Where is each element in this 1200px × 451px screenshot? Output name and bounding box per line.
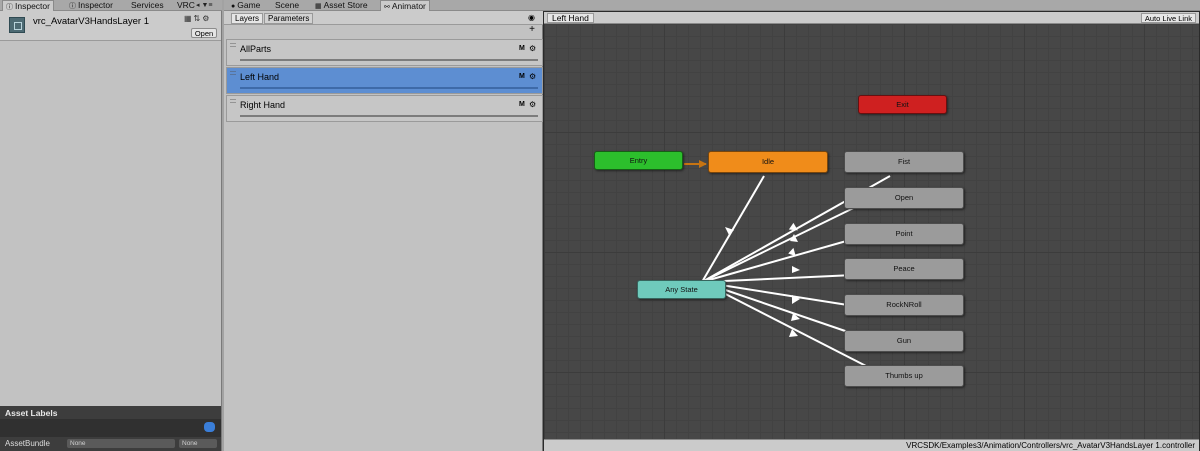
mask-indicator: M <box>519 101 525 108</box>
state-idle[interactable]: Idle <box>708 151 828 173</box>
variant-dropdown[interactable]: None <box>179 439 217 448</box>
gear-icon[interactable]: ⚙ <box>529 44 536 53</box>
layer-name: Left Hand <box>240 72 280 82</box>
label-tag-icon[interactable] <box>204 422 215 432</box>
labels-area <box>0 419 221 437</box>
assetbundle-dropdown[interactable]: None <box>67 439 175 448</box>
scene-tab-strip: ● Game Scene ▦ Asset Store ⚯ Animator <box>224 0 1200 11</box>
gear-icon[interactable]: ⚙ <box>529 72 536 81</box>
header-tools-icon[interactable]: ▦⇅⚙ <box>184 14 211 23</box>
drag-handle-icon[interactable]: — — <box>230 69 236 78</box>
tab-label: Services <box>131 0 164 10</box>
tab-label: Asset Store <box>323 0 368 10</box>
entry-arrow-head <box>699 160 707 168</box>
weight-bar[interactable] <box>240 87 538 89</box>
tab-label: Game <box>237 0 261 10</box>
layer-row[interactable]: — — Left Hand M ⚙ <box>226 67 543 94</box>
arrow-head-peace <box>792 266 800 273</box>
tab-asset-store[interactable]: ▦ Asset Store <box>312 0 371 11</box>
asset-labels-panel: Asset Labels AssetBundle None None <box>0 406 221 451</box>
state-point[interactable]: Point <box>844 223 964 245</box>
tab-game[interactable]: ● Game <box>228 0 263 11</box>
eye-icon[interactable]: ◉ <box>528 13 535 22</box>
assetbundle-label: AssetBundle <box>5 439 50 448</box>
tab-label: Inspector <box>15 1 50 11</box>
controller-path: VRCSDK/Examples3/Animation/Controllers/v… <box>906 441 1195 450</box>
tab-parameters[interactable]: Parameters <box>264 13 314 24</box>
animator-controller-icon <box>9 17 25 33</box>
layers-subtabs: Layers Parameters ◉ <box>224 11 543 25</box>
info-icon: ⓘ <box>69 3 76 10</box>
inspector-panel: vrc_AvatarV3HandsLayer 1 ▦⇅⚙ Open Asset … <box>0 11 222 451</box>
tab-label: Inspector <box>78 0 113 10</box>
mask-indicator: M <box>519 73 525 80</box>
tab-vrc[interactable]: VRC <box>174 0 198 11</box>
drag-handle-icon[interactable]: — — <box>230 41 236 50</box>
open-button[interactable]: Open <box>191 28 217 38</box>
mask-indicator: M <box>519 45 525 52</box>
gear-icon[interactable]: ⚙ <box>529 100 536 109</box>
state-any[interactable]: Any State <box>637 280 726 299</box>
layer-name: AllParts <box>240 44 272 54</box>
asset-title: vrc_AvatarV3HandsLayer 1 <box>33 16 149 27</box>
info-icon: ⓘ <box>6 4 13 11</box>
state-fist[interactable]: Fist <box>844 151 964 173</box>
state-peace[interactable]: Peace <box>844 258 964 280</box>
state-rocknroll[interactable]: RockNRoll <box>844 294 964 316</box>
tab-inspector-2[interactable]: ⓘ Inspector <box>66 0 116 11</box>
tab-label: VRC <box>177 0 195 10</box>
tab-layers[interactable]: Layers <box>231 13 264 24</box>
tab-animator[interactable]: ⚯ Animator <box>380 0 430 11</box>
tab-services[interactable]: Services <box>128 0 167 11</box>
arrow-head-fist <box>788 222 798 231</box>
inspector-tab-strip: ⓘ Inspector ⓘ Inspector Services VRC ◂ ▼≡ <box>0 0 222 11</box>
layers-panel: Layers Parameters ◉ + — — AllParts M ⚙ — —… <box>224 11 543 451</box>
add-layer-button[interactable]: + <box>529 25 535 35</box>
state-entry[interactable]: Entry <box>594 151 683 170</box>
status-bar: VRCSDK/Examples3/Animation/Controllers/v… <box>544 439 1199 451</box>
state-exit[interactable]: Exit <box>858 95 947 114</box>
drag-handle-icon[interactable]: — — <box>230 97 236 106</box>
weight-bar[interactable] <box>240 115 538 117</box>
weight-bar[interactable] <box>240 59 538 61</box>
layer-row[interactable]: — — Right Hand M ⚙ <box>226 95 543 122</box>
store-icon: ▦ <box>315 3 322 10</box>
tab-inspector-active[interactable]: ⓘ Inspector <box>2 0 54 11</box>
game-icon: ● <box>231 3 236 10</box>
window-menu-icon[interactable]: ◂ ▼≡ <box>196 0 212 11</box>
state-thumbsup[interactable]: Thumbs up <box>844 365 964 387</box>
animator-graph[interactable]: Left Hand Auto Live Link Exit Entry Idle… <box>543 11 1200 451</box>
tab-label: Scene <box>275 0 300 10</box>
tab-scene[interactable]: Scene <box>272 0 302 11</box>
animator-icon: ⚯ <box>384 4 390 11</box>
tab-label: Animator <box>391 1 426 11</box>
layer-row[interactable]: — — AllParts M ⚙ <box>226 39 543 66</box>
state-gun[interactable]: Gun <box>844 330 964 352</box>
layer-name: Right Hand <box>240 100 286 110</box>
inspector-header: vrc_AvatarV3HandsLayer 1 ▦⇅⚙ Open <box>0 11 221 41</box>
state-open[interactable]: Open <box>844 187 964 209</box>
asset-labels-title: Asset Labels <box>5 408 58 418</box>
